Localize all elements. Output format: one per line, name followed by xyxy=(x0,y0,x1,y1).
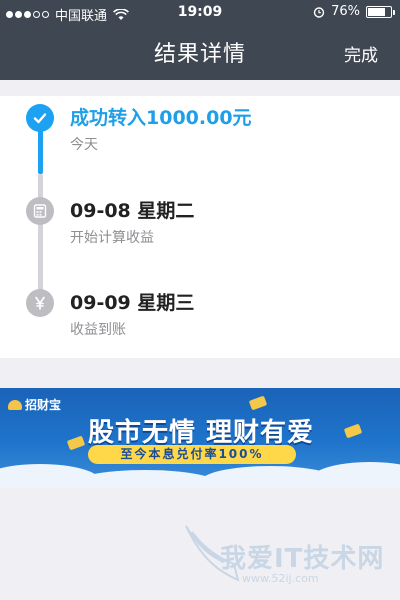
timeline-card: 成功转入1000.00元 今天 09-08 星期二 开始计算收益 09-09 星… xyxy=(0,96,400,358)
coin-decoration xyxy=(343,423,363,439)
brand-name: 招财宝 xyxy=(25,398,62,412)
step-title: 09-09 星期三 xyxy=(70,292,195,314)
timeline-step-calc: 09-08 星期二 开始计算收益 xyxy=(70,200,194,246)
watermark-url: www.52ij.com xyxy=(242,572,319,585)
brand-logo: 招财宝 xyxy=(8,396,61,413)
step-title: 09-08 星期二 xyxy=(70,200,195,222)
step-subtitle: 收益到账 xyxy=(70,322,126,338)
timeline-progress-line xyxy=(38,126,43,174)
brand-logo-icon xyxy=(8,399,22,410)
banner-headline: 股市无情 理财有爱 xyxy=(88,418,315,448)
check-icon xyxy=(26,104,54,132)
alarm-clock-icon xyxy=(313,6,325,18)
status-bar: 中国联通 19:09 76% xyxy=(0,0,400,26)
coin-decoration xyxy=(248,395,268,411)
header: 中国联通 19:09 76% 结果详情 完成 xyxy=(0,0,400,80)
banner-slogan: 至今本息兑付率100% xyxy=(88,445,296,464)
coin-decoration xyxy=(66,435,86,451)
battery-icon xyxy=(366,5,395,18)
promo-banner[interactable]: 招财宝 股市无情 理财有爱 至今本息兑付率100% xyxy=(0,388,400,488)
watermark-text: 我爱IT技术网 xyxy=(220,544,385,574)
calculator-icon xyxy=(26,197,54,225)
done-button[interactable]: 完成 xyxy=(344,41,378,66)
timeline-pending-line xyxy=(38,174,43,302)
timeline-step-transfer: 成功转入1000.00元 今天 xyxy=(70,107,252,153)
page-title: 结果详情 xyxy=(153,42,246,67)
status-right: 76% xyxy=(313,4,395,19)
step-subtitle: 开始计算收益 xyxy=(70,230,154,246)
timeline-step-arrival: 09-09 星期三 收益到账 xyxy=(70,292,194,338)
step-subtitle: 今天 xyxy=(70,137,98,153)
yen-icon xyxy=(26,289,54,317)
cloud-decoration xyxy=(310,462,400,488)
step-title: 成功转入1000.00元 xyxy=(70,107,252,129)
watermark: 我爱IT技术网 www.52ij.com xyxy=(150,520,390,598)
battery-fill xyxy=(368,7,385,16)
battery-percent: 76% xyxy=(331,4,360,19)
